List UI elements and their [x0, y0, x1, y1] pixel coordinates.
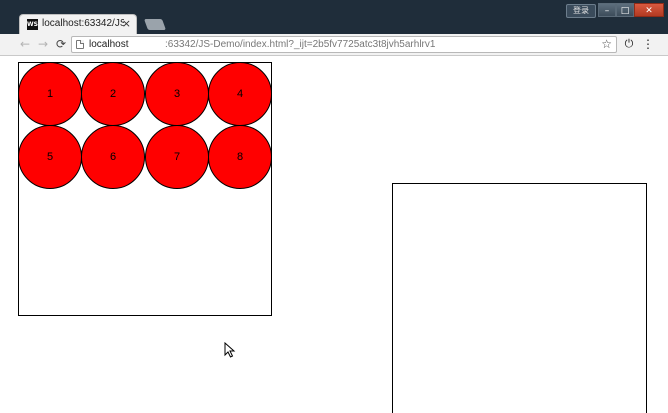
user-profile-button[interactable]: 登录: [566, 4, 596, 18]
drop-target-box[interactable]: [392, 183, 647, 413]
new-tab-button[interactable]: [143, 19, 167, 30]
ball-4[interactable]: 4: [208, 62, 272, 126]
ball-1[interactable]: 1: [18, 62, 82, 126]
reload-icon[interactable]: ⟳: [54, 37, 68, 51]
close-window-button[interactable]: ✕: [634, 3, 664, 17]
back-arrow-icon[interactable]: ←: [18, 37, 32, 51]
ball-5[interactable]: 5: [18, 125, 82, 189]
ball-6[interactable]: 6: [81, 125, 145, 189]
minimize-button[interactable]: –: [598, 3, 616, 17]
forward-arrow-icon[interactable]: →: [36, 37, 50, 51]
ball-2[interactable]: 2: [81, 62, 145, 126]
ball-3[interactable]: 3: [145, 62, 209, 126]
page-viewport: 1 2 3 4 5 6 7 8: [0, 56, 668, 413]
ball-container: 1 2 3 4 5 6 7 8: [18, 62, 272, 316]
browser-toolbar: ← → ⟳ localhost :63342/JS-Demo/index.htm…: [0, 34, 668, 56]
ball-7[interactable]: 7: [145, 125, 209, 189]
ball-8[interactable]: 8: [208, 125, 272, 189]
maximize-button[interactable]: □: [616, 3, 634, 17]
tab-title: localhost:63342/JS-Demo: [42, 18, 124, 29]
mouse-cursor-icon: [224, 342, 236, 358]
tab-close-icon[interactable]: ×: [122, 17, 131, 30]
menu-icon[interactable]: ⋮: [642, 37, 654, 51]
bookmark-star-icon[interactable]: ☆: [601, 37, 612, 51]
address-bar[interactable]: localhost :63342/JS-Demo/index.html?_ijt…: [71, 36, 617, 53]
page-icon: [76, 40, 84, 49]
url-path: :63342/JS-Demo/index.html?_ijt=2b5fv7725…: [165, 39, 436, 50]
webstorm-favicon-icon: WS: [27, 19, 38, 30]
browser-tab[interactable]: WS localhost:63342/JS-Demo ×: [19, 14, 137, 34]
window-titlebar: WS localhost:63342/JS-Demo × 登录 – □ ✕: [0, 0, 668, 34]
power-icon[interactable]: ⏻: [622, 37, 636, 51]
url-host: localhost: [89, 39, 129, 50]
